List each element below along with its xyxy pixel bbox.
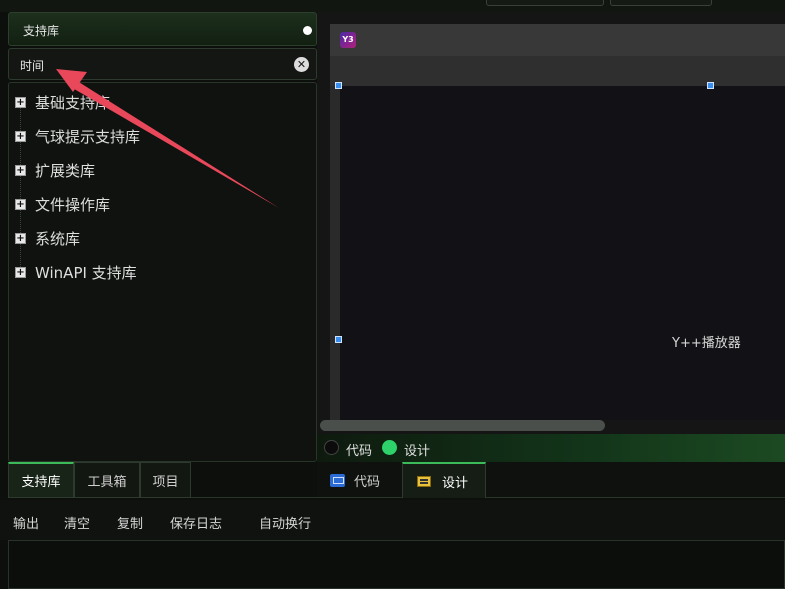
tree-item-label[interactable]: 基础支持库 xyxy=(35,92,110,113)
tree-item-balloon-tip-library[interactable]: + 气球提示支持库 xyxy=(15,126,140,146)
tab-support-library[interactable]: 支持库 xyxy=(8,462,74,498)
tree-item-basic-library[interactable]: + 基础支持库 xyxy=(15,92,110,112)
tab-design-label[interactable]: 设计 xyxy=(442,472,468,491)
clear-icon[interactable]: ✕ xyxy=(294,57,309,72)
plus-box-icon[interactable]: + xyxy=(15,130,26,142)
code-mode-label[interactable]: 代码 xyxy=(346,440,372,459)
top-tab-left[interactable] xyxy=(486,0,604,6)
output-pane[interactable] xyxy=(8,540,785,589)
tab-design[interactable]: 设计 xyxy=(402,462,486,498)
library-panel-title: 支持库 xyxy=(23,24,60,38)
plus-box-icon[interactable]: + xyxy=(15,232,26,244)
code-mode-radio[interactable] xyxy=(324,440,339,455)
output-toolbar: 输出 清空 复制 保存日志 自动换行 xyxy=(0,500,785,540)
player-component-label[interactable]: Y++播放器 xyxy=(672,332,741,351)
white-dot-icon[interactable] xyxy=(303,26,312,35)
save-log-button[interactable]: 保存日志 xyxy=(170,513,222,532)
copy-button[interactable]: 复制 xyxy=(117,513,143,532)
design-window-titlebar[interactable]: Y3 xyxy=(330,24,785,56)
library-tree: + 基础支持库 + 气球提示支持库 + 扩展类库 + 文件操作库 + 系统库 +… xyxy=(8,82,317,462)
plus-box-icon[interactable]: + xyxy=(15,96,26,108)
horizontal-scrollbar[interactable] xyxy=(320,420,605,431)
monitor-code-icon xyxy=(330,473,345,487)
clear-button[interactable]: 清空 xyxy=(64,513,90,532)
tree-guide-line xyxy=(20,97,21,277)
design-window-left-edge xyxy=(330,86,340,420)
plus-box-icon[interactable]: + xyxy=(15,266,26,278)
plus-box-icon[interactable]: + xyxy=(15,164,26,176)
tree-item-system-library[interactable]: + 系统库 xyxy=(15,228,80,248)
view-mode-bar: 代码 设计 xyxy=(317,434,785,462)
left-panel-tabs: 支持库 工具箱 项目 xyxy=(8,462,317,498)
app-logo-icon: Y3 xyxy=(340,32,356,48)
tree-item-file-operation-library[interactable]: + 文件操作库 xyxy=(15,194,110,214)
tab-toolbox[interactable]: 工具箱 xyxy=(74,462,140,498)
resize-handle-top-left[interactable] xyxy=(335,82,342,89)
design-mode-label[interactable]: 设计 xyxy=(404,440,430,459)
tree-item-label[interactable]: 气球提示支持库 xyxy=(35,126,140,147)
resize-handle-middle-left[interactable] xyxy=(335,336,342,343)
library-panel: 支持库 时间 ✕ + 基础支持库 + 气球提示支持库 + 扩展类库 + 文件操作… xyxy=(8,12,317,462)
top-tab-right[interactable] xyxy=(610,0,712,6)
resize-handle-top-middle[interactable] xyxy=(707,82,714,89)
tree-item-label[interactable]: 文件操作库 xyxy=(35,194,110,215)
tab-project[interactable]: 项目 xyxy=(140,462,191,498)
library-search-input[interactable]: 时间 ✕ xyxy=(8,48,317,80)
top-toolbar-strip xyxy=(0,0,785,12)
word-wrap-button[interactable]: 自动换行 xyxy=(259,513,311,532)
tree-item-extension-library[interactable]: + 扩展类库 xyxy=(15,160,95,180)
library-panel-header: 支持库 xyxy=(8,12,317,46)
design-mode-radio[interactable] xyxy=(382,440,397,455)
design-form-icon xyxy=(417,475,431,487)
tab-code-label[interactable]: 代码 xyxy=(354,471,380,490)
design-window-menubar xyxy=(330,56,785,86)
tree-item-label[interactable]: 系统库 xyxy=(35,228,80,249)
tree-item-label[interactable]: 扩展类库 xyxy=(35,160,95,181)
search-input-value[interactable]: 时间 xyxy=(20,57,44,74)
tree-item-label[interactable]: WinAPI 支持库 xyxy=(35,262,137,283)
tree-item-winapi-library[interactable]: + WinAPI 支持库 xyxy=(15,262,137,282)
design-window-client-area[interactable] xyxy=(330,86,785,420)
editor-tabs: 代码 设计 xyxy=(317,462,785,498)
output-button[interactable]: 输出 xyxy=(13,513,39,532)
plus-box-icon[interactable]: + xyxy=(15,198,26,210)
tab-code[interactable]: 代码 xyxy=(330,462,402,498)
